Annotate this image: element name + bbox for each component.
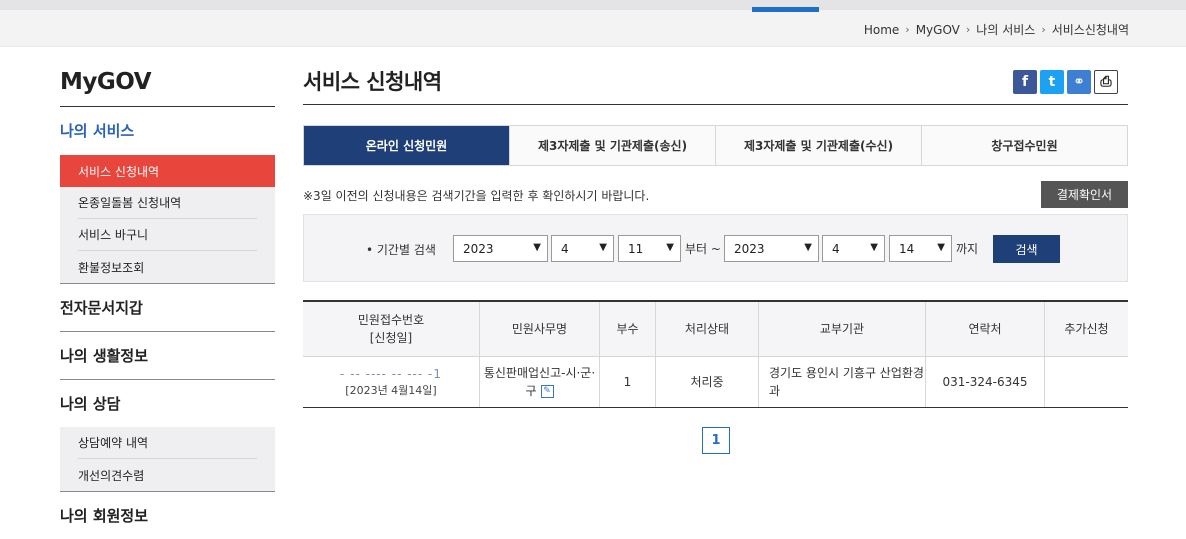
- sidebar-item-service-basket[interactable]: 서비스 바구니: [78, 219, 257, 251]
- main-content: 서비스 신청내역 f t ⚭ ⎙ 온라인 신청민원 제3자제출 및 기관제출(송…: [303, 47, 1128, 454]
- sidebar-section-member-info[interactable]: 나의 회원정보: [60, 491, 275, 539]
- breadcrumb-mygov[interactable]: MyGOV: [916, 23, 960, 37]
- to-year-select[interactable]: 2023 ▼: [724, 235, 819, 262]
- header-contact: 연락처: [925, 302, 1044, 356]
- breadcrumb-current[interactable]: 서비스신청내역: [1052, 21, 1129, 38]
- payment-confirmation-button[interactable]: 결제확인서: [1041, 181, 1128, 208]
- tab-third-party-received[interactable]: 제3자제출 및 기관제출(수신): [715, 126, 921, 165]
- header-status: 처리상태: [655, 302, 758, 356]
- breadcrumb-home[interactable]: Home: [864, 23, 899, 37]
- chevron-down-icon: ▼: [937, 242, 945, 253]
- chevron-down-icon: ▼: [870, 242, 878, 253]
- chevron-right-icon: ›: [905, 23, 910, 36]
- sidebar-section-my-service[interactable]: 나의 서비스: [60, 107, 275, 155]
- chevron-down-icon: ▼: [666, 242, 674, 253]
- to-day-value: 14: [899, 241, 915, 256]
- chevron-right-icon: ›: [1041, 23, 1046, 36]
- chevron-down-icon: ▼: [533, 242, 541, 253]
- share-buttons: f t ⚭ ⎙: [1013, 70, 1118, 94]
- cell-status: 처리중: [655, 357, 758, 407]
- twitter-icon[interactable]: t: [1040, 70, 1064, 94]
- print-icon[interactable]: ⎙: [1094, 70, 1118, 94]
- link-icon[interactable]: ⚭: [1067, 70, 1091, 94]
- sidebar-section-life-info[interactable]: 나의 생활정보: [60, 331, 275, 379]
- top-accent-bar: [752, 7, 819, 12]
- sidebar-section-consult[interactable]: 나의 상담: [60, 379, 275, 427]
- header-apply-date-label: [신청일]: [369, 331, 413, 345]
- to-month-select[interactable]: 4 ▼: [822, 235, 885, 262]
- cell-copies: 1: [599, 357, 655, 407]
- to-year-value: 2023: [734, 241, 765, 256]
- sidebar-title: MyGOV: [60, 47, 275, 107]
- from-day-value: 11: [628, 241, 644, 256]
- header-service-name: 민원사무명: [479, 302, 599, 356]
- cell-receipt-no[interactable]: - -- ---- -- --- -1 [2023년 4월14일]: [303, 357, 479, 407]
- cell-service-name: 통신판매업신고-시·군·구 ✎: [479, 357, 599, 407]
- sidebar: MyGOV 나의 서비스 서비스 신청내역 온종일돌봄 신청내역 서비스 바구니…: [60, 47, 275, 539]
- to-day-select[interactable]: 14 ▼: [889, 235, 952, 262]
- header-agency: 교부기관: [758, 302, 925, 356]
- header-receipt-no-label: 민원접수번호: [357, 313, 425, 327]
- tab-third-party-sent[interactable]: 제3자제출 및 기관제출(송신): [509, 126, 715, 165]
- sidebar-section-e-document[interactable]: 전자문서지갑: [60, 283, 275, 331]
- sidebar-submenu: 서비스 신청내역 온종일돌봄 신청내역 서비스 바구니 환불정보조회: [60, 155, 275, 283]
- breadcrumb-my-service[interactable]: 나의 서비스: [976, 21, 1035, 38]
- sidebar-item-feedback[interactable]: 개선의견수렴: [78, 459, 257, 491]
- sidebar-item-consult-reservation[interactable]: 상담예약 내역: [78, 427, 257, 459]
- chevron-down-icon: ▼: [804, 242, 812, 253]
- apply-date: [2023년 4월14일]: [345, 383, 437, 397]
- sidebar-consult-submenu: 상담예약 내역 개선의견수렴: [60, 427, 275, 491]
- search-period-label: • 기간별 검색: [366, 243, 436, 257]
- from-year-value: 2023: [463, 241, 494, 256]
- to-text: 까지: [956, 242, 979, 256]
- to-month-value: 4: [832, 241, 840, 256]
- from-year-select[interactable]: 2023 ▼: [453, 235, 548, 262]
- chevron-down-icon: ▼: [599, 242, 607, 253]
- tab-counter[interactable]: 창구접수민원: [921, 126, 1127, 165]
- search-panel: • 기간별 검색 2023 ▼ 4 ▼ 11 ▼ 부터 ~ 2023 ▼ 4 ▼…: [303, 214, 1128, 282]
- header-extra: 추가신청: [1044, 302, 1128, 356]
- sidebar-item-refund-info[interactable]: 환불정보조회: [78, 251, 257, 283]
- from-month-select[interactable]: 4 ▼: [551, 235, 614, 262]
- notice-text: ※3일 이전의 신청내용은 검색기간을 입력한 후 확인하시기 바랍니다.: [303, 189, 650, 203]
- from-month-value: 4: [561, 241, 569, 256]
- service-name: 통신판매업신고-시·군·구: [483, 366, 596, 398]
- sidebar-item-allday-care[interactable]: 온종일돌봄 신청내역: [78, 187, 257, 219]
- search-button[interactable]: 검색: [993, 235, 1060, 263]
- table-row: - -- ---- -- --- -1 [2023년 4월14일] 통신판매업신고…: [303, 357, 1128, 407]
- header-copies: 부수: [599, 302, 655, 356]
- from-text: 부터 ~: [685, 242, 721, 256]
- cell-agency: 경기도 용인시 기흥구 산업환경과: [758, 357, 925, 407]
- receipt-number[interactable]: - -- ---- -- --- -1: [340, 365, 442, 383]
- pagination-page-1[interactable]: 1: [702, 427, 730, 454]
- edit-icon[interactable]: ✎: [540, 385, 554, 398]
- from-day-select[interactable]: 11 ▼: [618, 235, 681, 262]
- chevron-right-icon: ›: [965, 23, 971, 36]
- table-header-row: 민원접수번호 [신청일] 민원사무명 부수 처리상태 교부기관 연락처 추가신청: [303, 302, 1128, 357]
- header-receipt-no: 민원접수번호 [신청일]: [303, 302, 479, 356]
- cell-extra: [1044, 357, 1128, 407]
- top-bar: [0, 0, 1186, 10]
- breadcrumb: Home › MyGOV › 나의 서비스 › 서비스신청내역: [864, 21, 1129, 38]
- facebook-icon[interactable]: f: [1013, 70, 1037, 94]
- tab-online[interactable]: 온라인 신청민원: [304, 126, 509, 165]
- page-title: 서비스 신청내역: [303, 47, 1128, 105]
- sidebar-item-service-history[interactable]: 서비스 신청내역: [60, 155, 275, 187]
- cell-contact: 031-324-6345: [925, 357, 1044, 407]
- history-table: 민원접수번호 [신청일] 민원사무명 부수 처리상태 교부기관 연락처 추가신청 …: [303, 300, 1128, 408]
- tab-bar: 온라인 신청민원 제3자제출 및 기관제출(송신) 제3자제출 및 기관제출(수…: [303, 125, 1128, 166]
